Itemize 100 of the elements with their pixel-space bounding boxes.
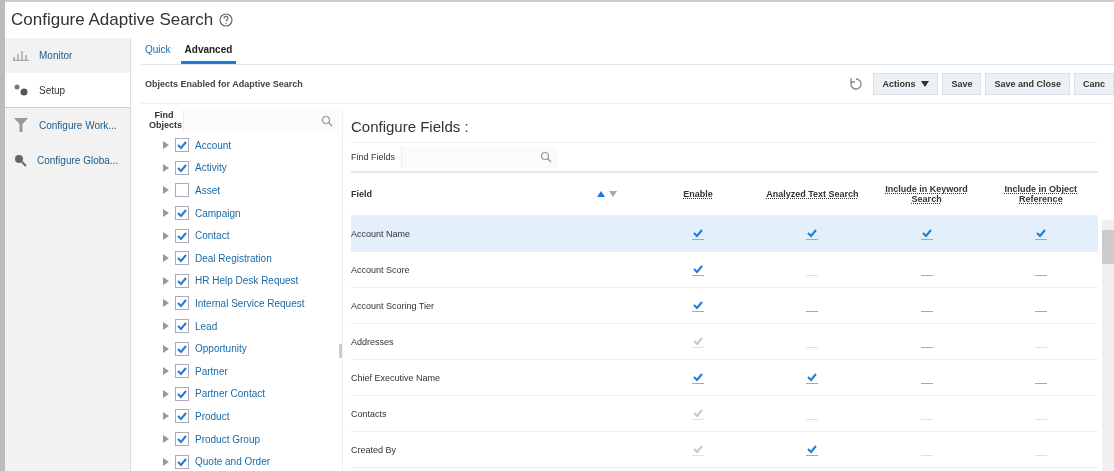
column-header[interactable]: Include in Object Reference — [983, 184, 1098, 204]
object-label[interactable]: Partner — [195, 365, 228, 377]
object-label[interactable]: Product Group — [195, 433, 261, 445]
tab[interactable]: Advanced — [180, 38, 237, 64]
page-title: Configure Adaptive Search — [11, 10, 214, 30]
object-label[interactable]: Account — [195, 139, 232, 151]
object-label[interactable]: Campaign — [195, 207, 241, 219]
field-name: Addresses — [351, 336, 394, 347]
field-name: Chief Executive Name — [351, 372, 441, 383]
object-label[interactable]: Product — [195, 410, 230, 422]
search-icon — [13, 153, 27, 167]
object-label[interactable]: HR Help Desk Request — [195, 275, 299, 287]
sidebar-item[interactable]: Monitor — [5, 38, 130, 73]
checkbox[interactable] — [175, 409, 189, 424]
checkbox[interactable] — [175, 319, 189, 334]
expand-icon[interactable] — [163, 163, 169, 172]
expand-icon[interactable] — [163, 254, 169, 263]
checkbox[interactable] — [175, 273, 189, 288]
expand-icon[interactable] — [163, 276, 169, 285]
checkbox[interactable] — [175, 160, 189, 175]
expand-icon[interactable] — [163, 457, 169, 466]
tab[interactable]: Quick — [141, 38, 175, 64]
object-label[interactable]: Asset — [195, 185, 220, 196]
checkbox[interactable] — [692, 299, 705, 312]
object-label[interactable]: Contact — [195, 230, 230, 242]
section-title: Configure Fields : — [351, 110, 1098, 143]
checkbox[interactable] — [920, 227, 933, 240]
search-field[interactable] — [401, 146, 558, 168]
field-name: Account Score — [351, 264, 410, 275]
expand-icon[interactable] — [163, 231, 169, 240]
field-name: Contacts — [351, 408, 387, 419]
checkbox[interactable] — [175, 138, 189, 153]
object-label[interactable]: Lead — [195, 320, 218, 332]
table-row[interactable]: Account Name — [351, 216, 1098, 252]
toolbar-button[interactable]: Save — [942, 73, 982, 95]
object-label[interactable]: Deal Registration — [195, 252, 272, 264]
expand-icon[interactable] — [163, 389, 169, 398]
expand-icon[interactable] — [163, 209, 169, 218]
caret-icon — [921, 81, 930, 87]
expand-icon[interactable] — [163, 435, 169, 443]
search-icon — [321, 115, 333, 127]
object-label[interactable]: Opportunity — [195, 343, 247, 355]
checkbox[interactable] — [806, 227, 819, 240]
checkbox[interactable] — [692, 227, 705, 240]
checkbox[interactable] — [1034, 227, 1047, 240]
expand-icon[interactable] — [163, 367, 169, 376]
field-name: Created By — [351, 444, 397, 455]
sidebar-item[interactable]: Configure Globa... — [5, 143, 130, 178]
column-header[interactable]: Include in Keyword Search — [869, 184, 984, 204]
filter-icon — [13, 117, 29, 133]
table-row[interactable]: Addresses — [351, 324, 1098, 360]
object-label[interactable]: Quote and Order — [195, 456, 271, 468]
checkbox[interactable] — [175, 386, 189, 401]
checkbox[interactable] — [806, 443, 819, 456]
table-row[interactable]: Chief Executive Name — [351, 360, 1098, 396]
help-icon[interactable] — [219, 13, 234, 27]
refresh-icon[interactable] — [849, 77, 864, 91]
checkbox[interactable] — [175, 364, 189, 379]
checkbox[interactable] — [175, 296, 189, 311]
field-name: Account Name — [351, 228, 411, 239]
checkbox[interactable] — [175, 432, 189, 446]
expand-icon[interactable] — [163, 344, 169, 353]
checkbox[interactable] — [806, 371, 819, 384]
object-label[interactable]: Activity — [195, 162, 227, 174]
object-label[interactable]: Internal Service Request — [195, 297, 305, 309]
sidebar-item[interactable]: Setup — [5, 73, 130, 108]
sidebar-item[interactable]: Configure Work... — [5, 108, 130, 143]
expand-icon[interactable] — [163, 141, 169, 150]
search-field[interactable] — [183, 110, 339, 132]
checkbox[interactable] — [175, 206, 189, 221]
column-header[interactable]: Analyzed Text Search — [766, 189, 859, 199]
column-header[interactable]: Field — [351, 189, 372, 199]
toolbar-button[interactable]: Actions — [873, 73, 939, 95]
toolbar-button[interactable]: Save and Close — [985, 73, 1070, 95]
field-name: Account Scoring Tier — [351, 300, 435, 311]
column-header[interactable]: Enable — [683, 189, 713, 199]
checkbox[interactable] — [175, 251, 189, 266]
expand-icon[interactable] — [163, 412, 169, 421]
panel-title: Objects Enabled for Adaptive Search — [145, 79, 303, 89]
table-row[interactable]: Account Score — [351, 252, 1098, 288]
object-label[interactable]: Partner Contact — [195, 388, 266, 400]
checkbox[interactable] — [175, 341, 189, 356]
checkbox[interactable] — [175, 228, 189, 243]
scrollbar-thumb[interactable] — [1102, 230, 1114, 264]
sort-icon[interactable] — [597, 190, 617, 198]
table-row[interactable]: Created By — [351, 432, 1098, 468]
expand-icon[interactable] — [163, 186, 169, 195]
checkbox[interactable] — [692, 263, 705, 276]
splitter-handle[interactable] — [339, 343, 342, 358]
expand-icon[interactable] — [163, 299, 169, 308]
bar-chart-icon — [13, 49, 29, 61]
search-icon — [540, 151, 552, 163]
checkbox[interactable] — [175, 183, 189, 198]
checkbox[interactable] — [175, 454, 189, 469]
scrollbar[interactable] — [1102, 220, 1114, 471]
table-row[interactable]: Account Scoring Tier — [351, 288, 1098, 324]
find-fields-label: Find Fields — [351, 152, 395, 162]
checkbox[interactable] — [692, 371, 705, 384]
expand-icon[interactable] — [163, 322, 169, 331]
toolbar-button[interactable]: Canc — [1074, 73, 1114, 95]
